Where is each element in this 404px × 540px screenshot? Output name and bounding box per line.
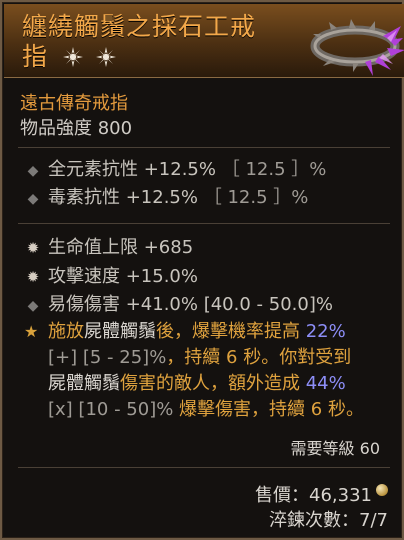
item-name-line2-wrap: 指 xyxy=(22,42,272,72)
divider xyxy=(18,223,390,224)
sunburst-icon xyxy=(95,47,116,67)
divider xyxy=(18,147,390,148)
temper-count: 淬鍊次數：7/7 xyxy=(269,510,388,531)
aspect-line-1: 施放屍體觸鬚後，爆擊機率提高 22% xyxy=(48,319,346,345)
stat-range: ［ 12.5 ］% xyxy=(203,187,309,208)
affix-row: ✹ 攻擊速度 +15.0% xyxy=(22,262,198,288)
aspect-value: 22% xyxy=(300,321,346,342)
aspect-keyword: 屍體觸鬚 xyxy=(48,373,120,394)
implicit-stat-row: ◆ 全元素抗性 +12.5% ［ 12.5 ］% xyxy=(22,155,327,181)
aspect-value: 44% xyxy=(300,373,346,394)
affix-row: ◆ 易傷傷害 +41.0% [40.0 - 50.0]% xyxy=(22,290,333,316)
aspect-range: [x] [10 - 50]% xyxy=(48,399,174,420)
aspect-line-4: [x] [10 - 50]% 爆擊傷害，持續 6 秒。 xyxy=(48,397,364,423)
greater-affix-icon: ✹ xyxy=(26,268,40,286)
item-power: 物品強度 800 xyxy=(20,118,133,139)
tooltip-header: 纏繞觸鬚之採石工戒 指 xyxy=(4,4,404,78)
greater-affix-stars xyxy=(62,42,120,72)
item-name: 纏繞觸鬚之採石工戒 指 xyxy=(22,12,272,72)
sunburst-icon xyxy=(62,47,83,67)
aspect-text: 施放 xyxy=(48,321,84,342)
item-type: 遠古傳奇戒指 xyxy=(20,93,128,114)
aspect-text: 爆擊傷害，持續 6 秒。 xyxy=(173,399,364,420)
diamond-icon: ◆ xyxy=(27,191,39,207)
stat-label: 毒素抗性 +12.5% xyxy=(48,187,198,208)
item-tooltip: 纏繞觸鬚之採石工戒 指 遠古傳奇戒指 物品強度 800 ◆ 全元素抗性 +12.… xyxy=(0,0,404,540)
legendary-star-icon: ★ xyxy=(24,322,39,341)
affix-text: 生命值上限 +685 xyxy=(48,237,194,258)
item-name-line1: 纏繞觸鬚之採石工戒 xyxy=(22,12,257,41)
affix-row: ✹ 生命值上限 +685 xyxy=(22,233,193,259)
divider xyxy=(18,467,390,468)
implicit-stat-row: ◆ 毒素抗性 +12.5% ［ 12.5 ］% xyxy=(22,183,309,209)
aspect-text: ，持續 6 秒。你對受到 xyxy=(166,347,352,368)
ring-icon xyxy=(310,19,404,76)
aspect-text: 傷害的敵人，額外造成 xyxy=(120,373,300,394)
aspect-text: 後，爆擊機率提高 xyxy=(156,321,300,342)
level-requirement: 需要等級 60 xyxy=(290,439,380,458)
aspect-line-3: 屍體觸鬚傷害的敵人，額外造成 44% xyxy=(48,371,346,397)
gold-coin-icon xyxy=(376,484,388,496)
item-name-line2: 指 xyxy=(22,42,49,71)
affix-text: 攻擊速度 +15.0% xyxy=(48,266,198,287)
stat-label: 全元素抗性 +12.5% xyxy=(48,159,216,180)
greater-affix-icon: ✹ xyxy=(26,239,40,257)
diamond-icon: ◆ xyxy=(27,298,39,314)
sell-price: 售價：46,331 xyxy=(255,485,372,506)
aspect-line-2: [+] [5 - 25]%，持續 6 秒。你對受到 xyxy=(48,345,351,371)
diamond-icon: ◆ xyxy=(27,163,39,179)
aspect-range: [+] [5 - 25]% xyxy=(48,347,167,368)
stat-range: ［ 12.5 ］% xyxy=(221,159,327,180)
aspect-keyword: 屍體觸鬚 xyxy=(84,321,156,342)
affix-text: 易傷傷害 +41.0% [40.0 - 50.0]% xyxy=(48,294,333,315)
